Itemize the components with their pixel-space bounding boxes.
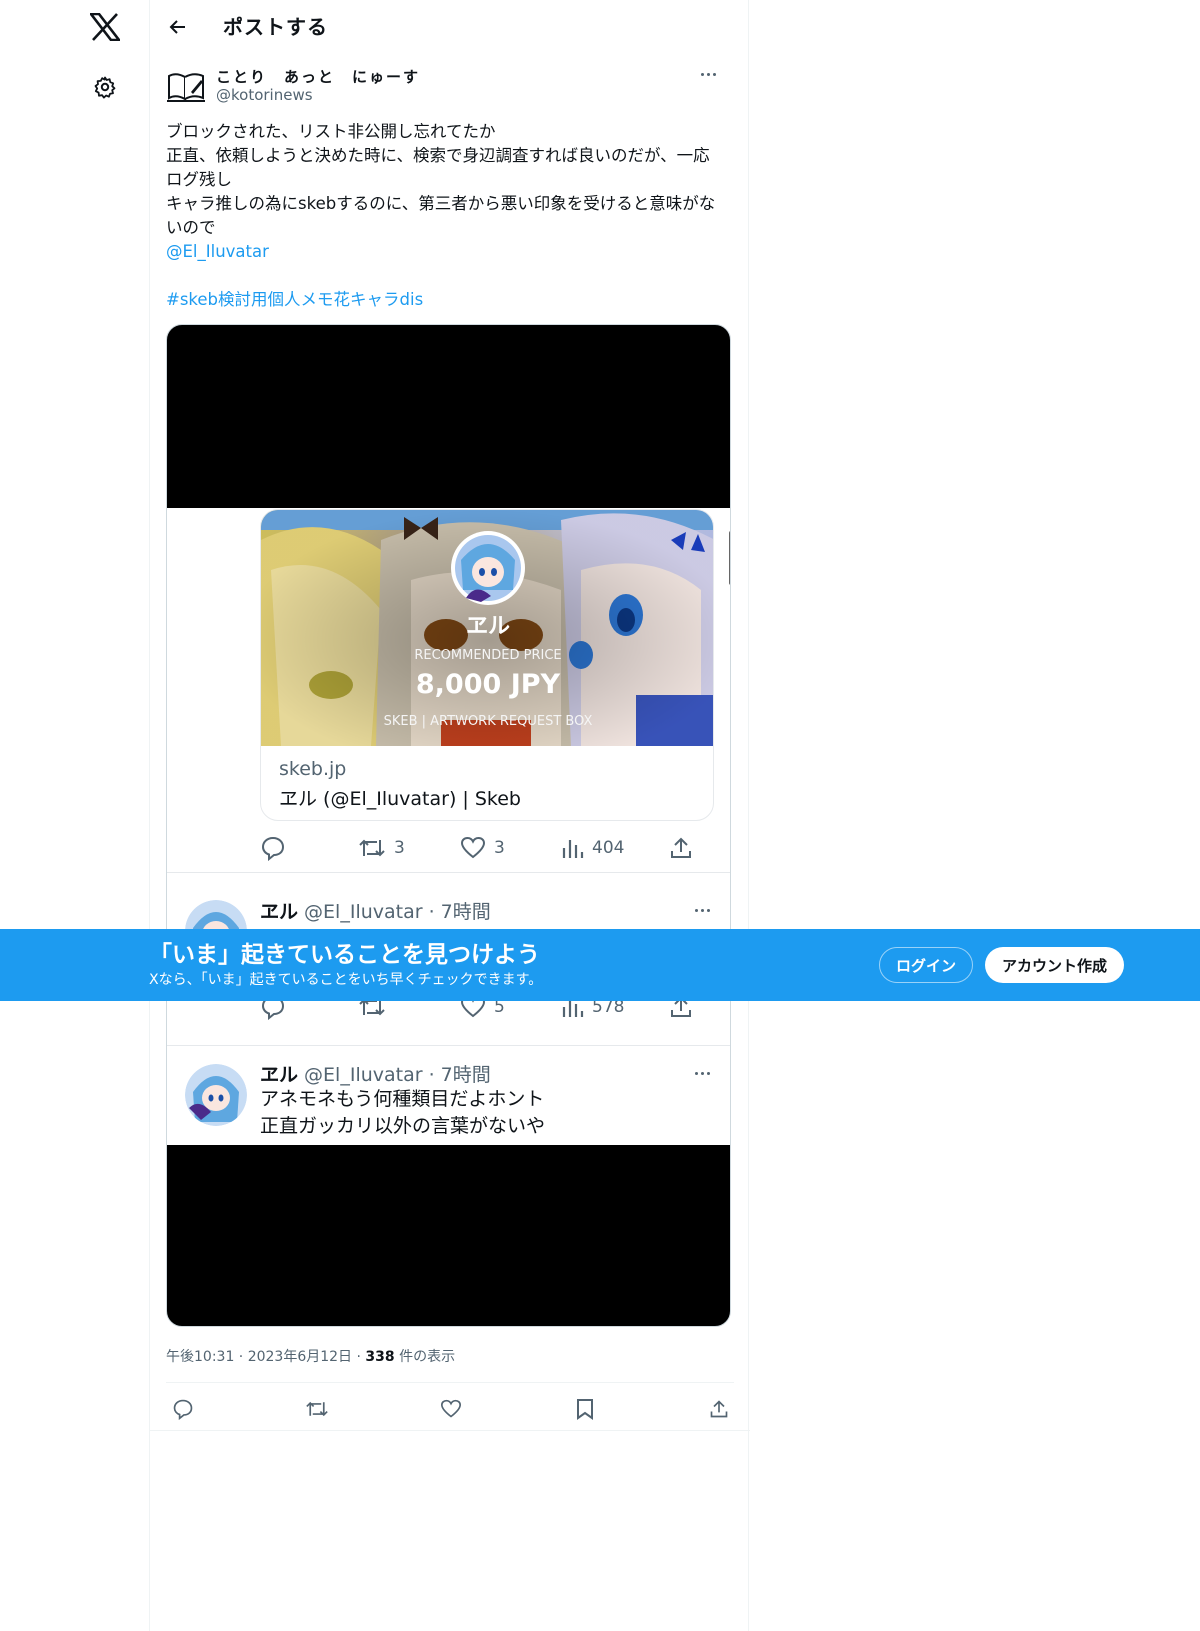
post-actions [166, 1392, 734, 1426]
avatar[interactable] [166, 68, 206, 108]
mention-link[interactable]: @El_Iluvatar [166, 242, 269, 261]
reply-icon [173, 1399, 193, 1420]
back-button[interactable] [160, 9, 196, 45]
card-overlay-name: ヱル [466, 614, 510, 639]
more-options-button[interactable] [690, 902, 714, 918]
reply-item: ヱル @El_Iluvatar · 7時間 アネモネもう何種類目だよホント 正直… [167, 1046, 730, 1146]
bookmark-button[interactable] [568, 1392, 602, 1426]
retweet-count: 3 [394, 838, 405, 858]
login-button[interactable]: ログイン [879, 947, 973, 983]
post-text: ブロックされた、リスト非公開し忘れてたか 正直、依頼しようと決めた時に、検索で身… [166, 120, 734, 312]
arrow-left-icon [169, 20, 185, 34]
post-text-line: ログ残し [166, 170, 232, 189]
post-text-line: 正直、依頼しようと決めた時に、検索で身辺調査すれば良いのだが、一応 [166, 146, 710, 165]
card-domain: skeb.jp [279, 758, 347, 780]
bar-chart-icon [562, 840, 584, 858]
x-logo-icon[interactable] [84, 6, 126, 48]
link-card: ヱル RECOMMENDED PRICE 8,000 JPY SKEB | AR… [260, 509, 714, 821]
share-icon [710, 1400, 728, 1418]
more-icon [700, 72, 704, 76]
views-count: 338 [365, 1349, 395, 1365]
more-options-button[interactable] [690, 1065, 714, 1081]
avatar[interactable] [185, 1064, 247, 1126]
heart-icon [440, 1399, 462, 1418]
banner-subtitle: Xなら、「いま」起きていることをいち早くチェックできます。 [149, 972, 543, 988]
reply-button[interactable] [166, 1392, 200, 1426]
post-text-line: ブロックされた、リスト非公開し忘れてたか [166, 122, 496, 141]
header: ポストする [150, 0, 750, 54]
post-media[interactable]: ヱル RECOMMENDED PRICE 8,000 JPY SKEB | AR… [166, 324, 731, 1327]
reply-text: アネモネもう何種類目だよホント [260, 1088, 545, 1110]
tweet-actions: 3 3 404 [260, 832, 714, 864]
divider [167, 872, 730, 873]
signup-button[interactable]: アカウント作成 [985, 947, 1124, 983]
heart-icon [460, 836, 486, 859]
hashtag-link[interactable]: #skeb検討用個人メモ花キャラdis [166, 290, 423, 309]
post-timestamp: 午後10:31 · 2023年6月12日 · 338 件の表示 [166, 1349, 456, 1365]
reply-text: 正直ガッカリ以外の言葉がないや [260, 1115, 546, 1137]
reply-author[interactable]: ヱル @El_Iluvatar · 7時間 [260, 897, 491, 924]
bookmark-icon [577, 1399, 593, 1420]
reply-action[interactable] [260, 832, 286, 864]
views-action[interactable]: 404 [560, 832, 624, 864]
post-text-line: いので [166, 218, 216, 237]
share-button[interactable] [702, 1392, 736, 1426]
post-text-line: キャラ推しの為にskebするのに、第三者から悪い印象を受けると意味がな [166, 194, 716, 213]
card-overlay-price: 8,000 JPY [416, 669, 561, 700]
left-nav [84, 0, 126, 1631]
like-count: 3 [494, 838, 505, 858]
card-image: ヱル RECOMMENDED PRICE 8,000 JPY SKEB | AR… [261, 510, 713, 746]
main-column: ポストする ことり あっと にゅーす @kotorinews ブロックされた、リ… [149, 0, 750, 1631]
card-overlay-footer: SKEB | ARTWORK REQUEST BOX [384, 714, 593, 729]
card-title[interactable]: ヱル (@El_Iluvatar) | Skeb [279, 784, 521, 811]
share-action[interactable] [669, 832, 693, 864]
views-count: 404 [592, 838, 625, 858]
scrollbar [729, 531, 730, 585]
retweet-button[interactable] [300, 1392, 334, 1426]
more-options-button[interactable] [692, 64, 724, 84]
like-action[interactable]: 3 [460, 832, 505, 864]
like-button[interactable] [434, 1392, 468, 1426]
card-overlay-caption: RECOMMENDED PRICE [414, 648, 561, 663]
retweet-icon [359, 839, 385, 857]
share-icon [671, 837, 691, 858]
page-title: ポストする [223, 15, 328, 39]
divider [166, 1382, 734, 1383]
banner-title: 「いま」起きていることを見つけよう [149, 942, 540, 968]
gear-icon[interactable] [84, 66, 126, 108]
embedded-screenshot: ヱル RECOMMENDED PRICE 8,000 JPY SKEB | AR… [167, 508, 730, 1146]
reply-author[interactable]: ヱル @El_Iluvatar · 7時間 [260, 1060, 491, 1087]
author-name[interactable]: ことり あっと にゅーす [216, 66, 420, 87]
retweet-action[interactable]: 3 [358, 832, 405, 864]
reply-icon [261, 836, 285, 861]
author-handle[interactable]: @kotorinews [216, 86, 313, 104]
divider [150, 1430, 750, 1431]
retweet-icon [306, 1401, 328, 1417]
signup-banner: 「いま」起きていることを見つけよう Xなら、「いま」起きていることをいち早くチェ… [0, 929, 1200, 1001]
